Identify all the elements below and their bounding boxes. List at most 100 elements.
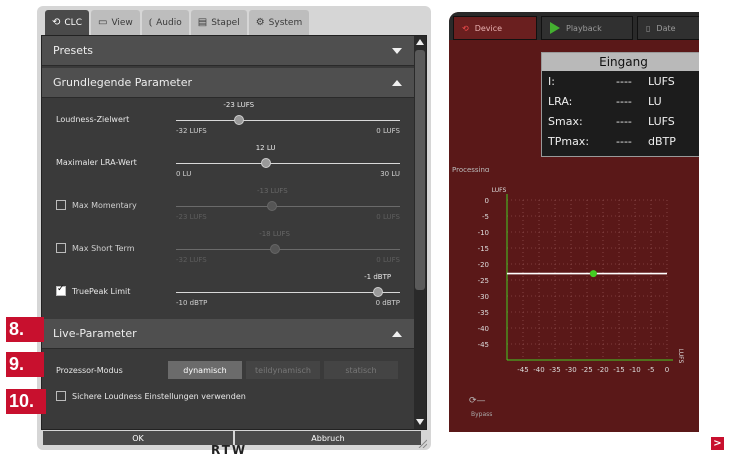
device-icon: ⟲: [462, 23, 469, 33]
param-label: Loudness-Zielwert: [56, 115, 130, 124]
x-tick-label: -25: [581, 366, 592, 374]
tab-system[interactable]: ⚙ System: [248, 10, 310, 35]
readout-row-tpmax: TPmax: ---- dBTP: [542, 135, 699, 151]
scroll-thumb[interactable]: [415, 50, 425, 290]
tab-audio[interactable]: ⦅ Audio: [141, 10, 189, 35]
max-momentary-checkbox[interactable]: [56, 200, 66, 210]
tab-label: System: [268, 17, 303, 28]
param-value: 12 LU: [255, 144, 276, 152]
readout-unit: LUFS: [648, 115, 675, 128]
y-tick-label: 0: [485, 197, 489, 205]
tab-date[interactable]: ▯ Date: [637, 16, 699, 40]
slider-track[interactable]: [176, 292, 400, 293]
slider-min-label: -10 dBTP: [176, 299, 208, 307]
x-tick-label: -10: [629, 366, 640, 374]
x-tick-label: -35: [549, 366, 560, 374]
x-tick-label: -40: [533, 366, 544, 374]
max-lra-param: Maximaler LRA-Wert 12 LU 0 LU 30 LU: [42, 143, 414, 185]
slider-max-label: 0 LUFS: [376, 213, 400, 221]
input-readout-panel: Eingang I: ---- LUFS LRA: ---- LU Smax: …: [541, 52, 699, 157]
presets-header[interactable]: Presets: [42, 36, 414, 66]
bypass-label: Bypass: [471, 411, 493, 418]
truepeak-limit-checkbox[interactable]: [56, 284, 66, 296]
x-tick-label: -20: [597, 366, 608, 374]
cancel-button[interactable]: Abbruch: [235, 431, 421, 445]
y-tick-label: -5: [482, 213, 489, 221]
resize-grip-icon[interactable]: [417, 438, 427, 448]
callout-badge-10: 10.: [6, 389, 46, 414]
x-tick-label: 0: [665, 366, 669, 374]
y-tick-label: -40: [478, 325, 489, 333]
max-short-term-param: Max Short Term -18 LUFS -32 LUFS 0 LUFS: [42, 229, 414, 271]
mode-dynamic-button[interactable]: dynamisch: [168, 361, 242, 379]
live-parameters-header[interactable]: Live-Parameter: [42, 319, 414, 349]
max-short-term-checkbox[interactable]: [56, 243, 66, 253]
bypass-icon[interactable]: ⟳—: [469, 396, 486, 406]
slider-track[interactable]: [176, 163, 400, 164]
tab-playback[interactable]: Playback: [541, 16, 633, 40]
callout-badge-9: 9.: [6, 352, 44, 377]
slider-knob[interactable]: [267, 201, 278, 211]
settings-panel: Presets Grundlegende Parameter Loudness-…: [41, 35, 427, 430]
scroll-up-icon[interactable]: [416, 39, 424, 45]
safe-loudness-checkbox[interactable]: [56, 391, 66, 401]
x-tick-label: -45: [517, 366, 528, 374]
processing-plot: 0-5-10-15-20-25-30-35-40-45-45 -40 -35 -30-…: [449, 172, 699, 392]
audio-icon: ⦅: [148, 17, 153, 28]
tab-label: Stapel: [211, 17, 240, 28]
readout-unit: LU: [648, 95, 662, 108]
y-tick-label: -10: [478, 229, 489, 237]
tab-device[interactable]: ⟲ Device: [453, 16, 537, 40]
tab-label: Date: [656, 23, 676, 33]
readout-value: ----: [616, 95, 632, 108]
x-tick-label: -30: [565, 366, 576, 374]
dialog-tabbar: ⟲ CLC ▭ View ⦅ Audio ▤ Stapel ⚙ System: [45, 10, 310, 35]
readout-value: ----: [616, 135, 632, 148]
mode-static-button[interactable]: statisch: [324, 361, 398, 379]
slider-knob[interactable]: [233, 115, 244, 125]
max-momentary-param: Max Momentary -13 LUFS -23 LUFS 0 LUFS: [42, 186, 414, 228]
tab-label: Playback: [566, 23, 602, 33]
y-axis-label: LUFS: [492, 187, 507, 194]
truepeak-limit-param: TruePeak Limit -1 dBTP -10 dBTP 0 dBTP: [42, 272, 414, 314]
basic-parameters-header[interactable]: Grundlegende Parameter: [42, 68, 414, 98]
readout-key: TPmax:: [548, 135, 590, 148]
tab-view[interactable]: ▭ View: [90, 10, 140, 35]
x-tick-label: -15: [613, 366, 624, 374]
readout-key: LRA:: [548, 95, 573, 108]
scroll-down-icon[interactable]: [416, 419, 424, 425]
y-tick-label: -45: [478, 341, 489, 349]
param-label: Max Momentary: [72, 201, 137, 210]
safe-loudness-label: Sichere Loudness Einstellungen verwenden: [72, 392, 246, 401]
device-screen: ⟲ Device Playback ▯ Date Eingang I: ----…: [449, 12, 699, 432]
gear-icon: ⚙: [255, 17, 265, 28]
tab-label: Device: [474, 23, 503, 33]
processor-mode-selector: dynamisch teildynamisch statisch: [168, 361, 398, 379]
y-tick-label: -15: [478, 245, 489, 253]
slider-knob[interactable]: [269, 244, 280, 254]
chevron-up-icon: [392, 79, 402, 86]
readout-unit: LUFS: [648, 75, 675, 88]
slider-max-label: 30 LU: [380, 170, 400, 178]
slider-knob[interactable]: [372, 287, 383, 297]
x-tick-label: -5: [648, 366, 655, 374]
readout-unit: dBTP: [648, 135, 676, 148]
slider-track[interactable]: [176, 206, 400, 207]
tab-clc[interactable]: ⟲ CLC: [45, 10, 89, 35]
y-tick-label: -20: [478, 261, 489, 269]
play-icon: [550, 22, 560, 34]
monitor-icon: ▭: [97, 17, 108, 28]
ok-button[interactable]: OK: [43, 431, 233, 445]
y-tick-label: -30: [478, 293, 489, 301]
loudness-target-param: Loudness-Zielwert -23 LUFS -32 LUFS 0 LU…: [42, 100, 414, 142]
readout-value: ----: [616, 75, 632, 88]
vertical-scrollbar[interactable]: [414, 36, 426, 429]
next-page-icon[interactable]: >: [711, 437, 724, 450]
slider-knob[interactable]: [260, 158, 271, 168]
mode-semi-dynamic-button[interactable]: teildynamisch: [246, 361, 320, 379]
slider-max-label: 0 LUFS: [376, 127, 400, 135]
tab-stapel[interactable]: ▤ Stapel: [190, 10, 247, 35]
slider-track[interactable]: [176, 120, 400, 121]
presets-label: Presets: [53, 44, 94, 57]
slider-track[interactable]: [176, 249, 400, 250]
